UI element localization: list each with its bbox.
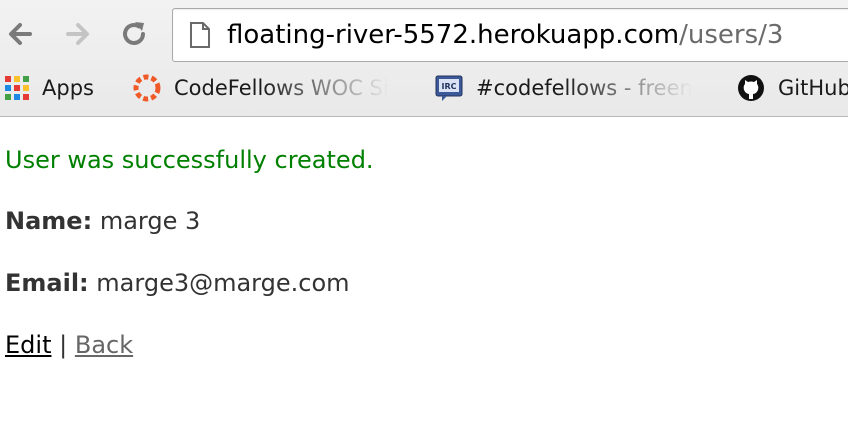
address-bar[interactable]: floating-river-5572.herokuapp.com/users/… (172, 8, 848, 62)
success-notice: User was successfully created. (5, 146, 374, 174)
bookmark-codefellows-woc[interactable]: CodeFellows WOC Si (132, 68, 394, 108)
url-host: floating-river-5572.herokuapp.com (227, 20, 680, 50)
link-separator: | (59, 331, 68, 359)
browser-chrome: floating-river-5572.herokuapp.com/users/… (0, 0, 848, 117)
reload-icon (123, 22, 145, 45)
edit-link[interactable]: Edit (5, 331, 51, 359)
irc-icon: IRC (434, 73, 464, 103)
action-links: Edit | Back (5, 326, 835, 364)
forward-arrow-icon (66, 23, 89, 45)
url-path: /users/3 (679, 20, 784, 50)
bookmark-apps[interactable]: Apps (4, 68, 114, 108)
bookmark-label: CodeFellows WOC Si (174, 76, 389, 100)
back-arrow-icon (9, 23, 32, 45)
svg-text:IRC: IRC (441, 82, 456, 91)
email-label: Email: (5, 269, 89, 297)
bookmark-label: Apps (42, 76, 94, 100)
reload-button[interactable] (116, 14, 152, 54)
email-field: Email: marge3@marge.com (5, 264, 835, 302)
back-link[interactable]: Back (75, 331, 133, 359)
bookmark-github[interactable]: GitHub (736, 68, 848, 108)
name-value: marge 3 (99, 207, 201, 235)
email-value: marge3@marge.com (96, 269, 350, 297)
bookmark-irc-codefellows[interactable]: IRC #codefellows - freen (434, 68, 710, 108)
codefellows-icon (132, 73, 162, 103)
name-field: Name: marge 3 (5, 202, 835, 240)
bookmark-label: #codefellows - freen (476, 76, 693, 100)
bookmarks-bar: Apps CodeFellows WOC Si IRC #codefellows… (0, 68, 848, 108)
github-icon (736, 73, 766, 103)
back-button[interactable] (2, 14, 38, 54)
page-icon (190, 22, 210, 48)
page-content: User was successfully created. Name: mar… (5, 128, 835, 364)
forward-button[interactable] (60, 14, 96, 54)
bookmark-label: GitHub (778, 76, 848, 100)
name-label: Name: (5, 207, 93, 235)
apps-grid-icon (4, 75, 30, 101)
url-text: floating-river-5572.herokuapp.com/users/… (227, 17, 783, 53)
